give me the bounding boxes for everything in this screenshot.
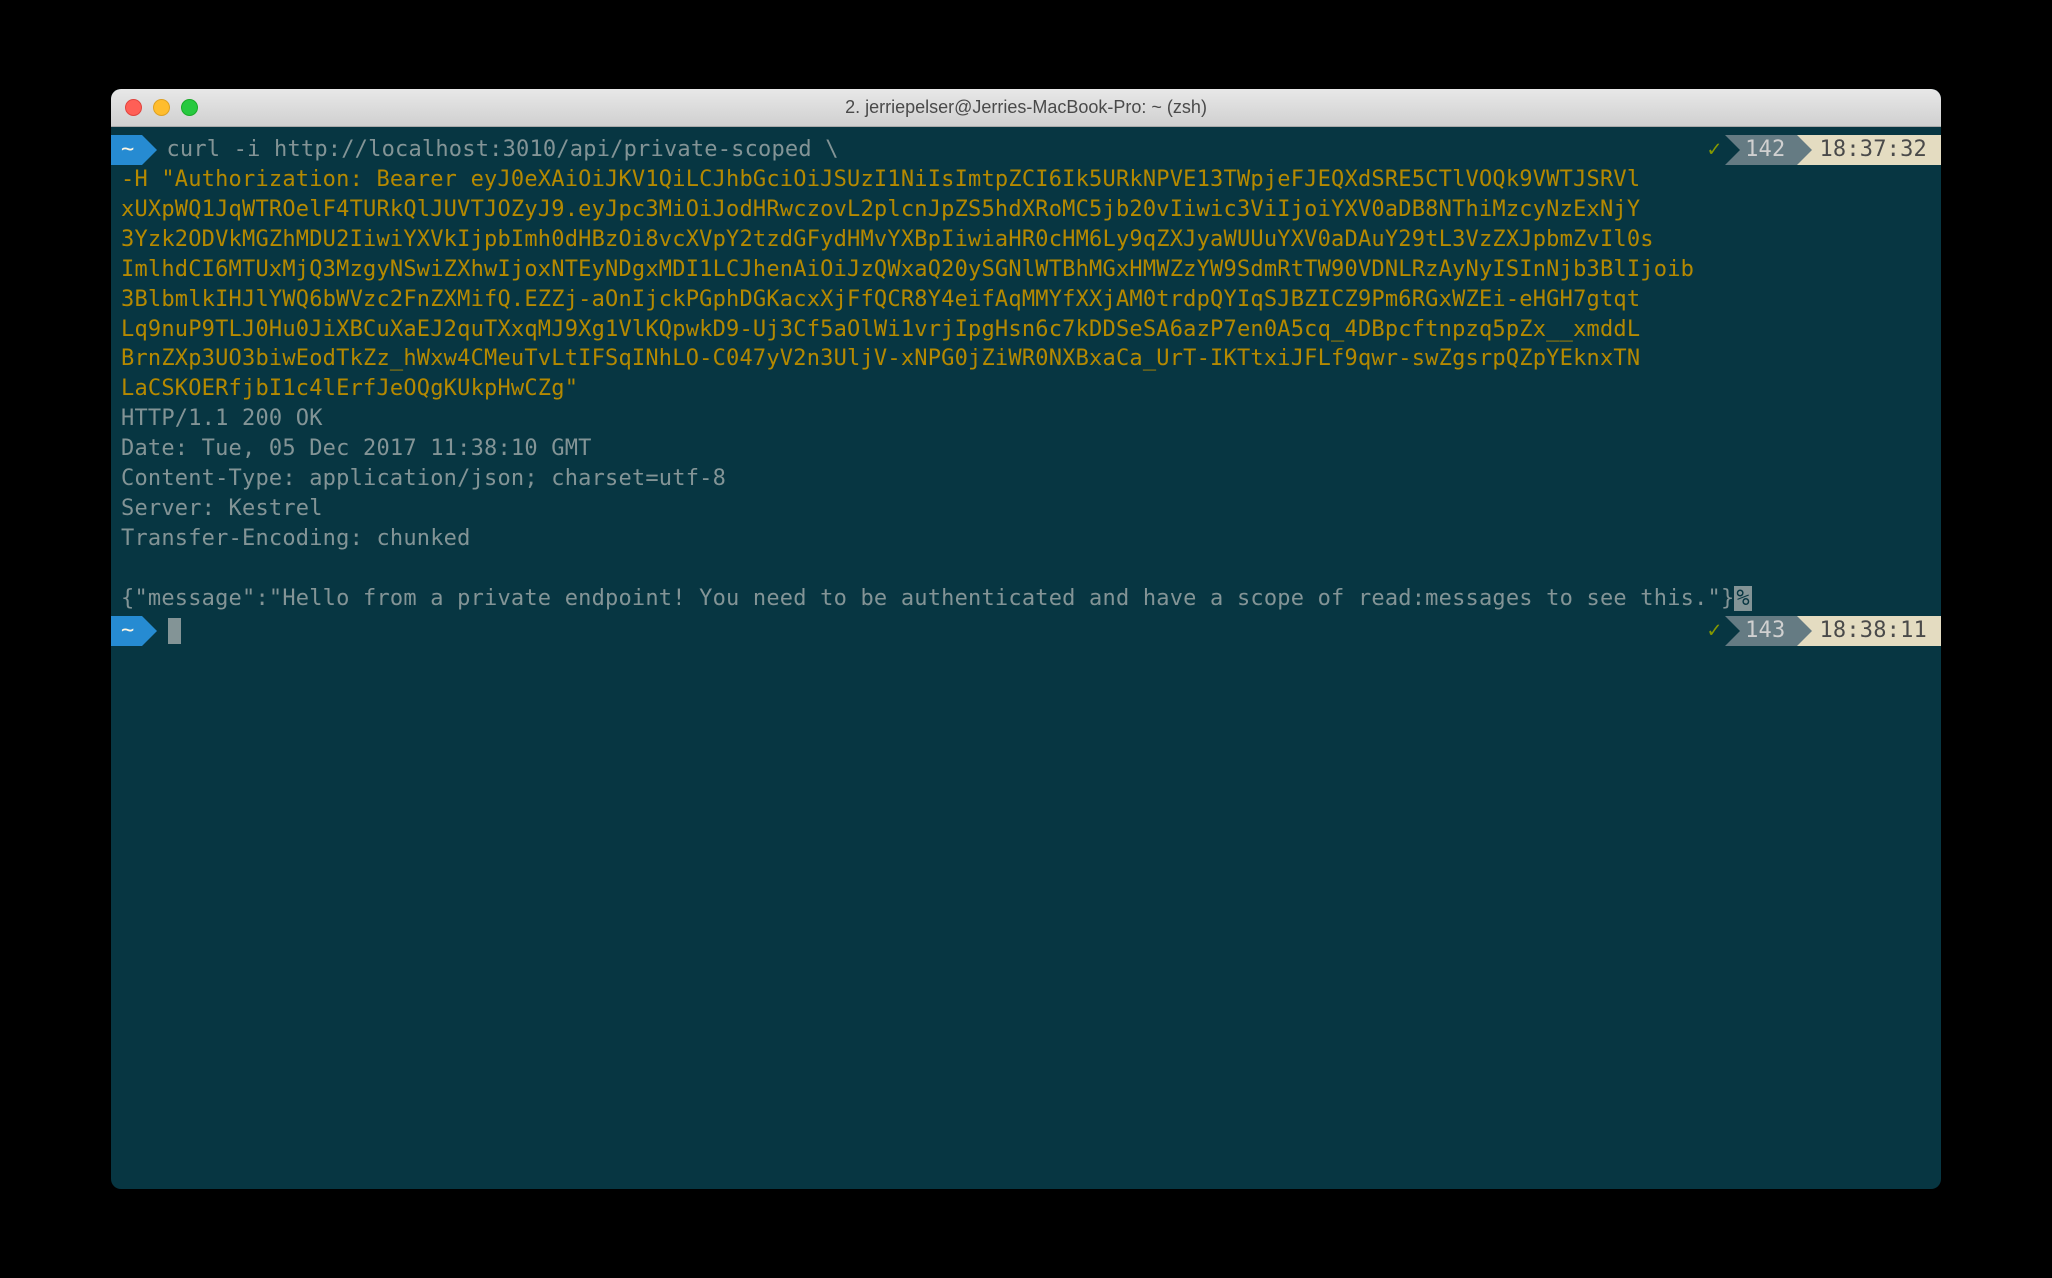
response-date: Date: Tue, 05 Dec 2017 11:38:10 GMT — [111, 434, 1941, 464]
terminal-window: 2. jerriepelser@Jerries-MacBook-Pro: ~ (… — [111, 89, 1941, 1189]
check-icon: ✓ — [1708, 135, 1725, 165]
response-body-text: {"message":"Hello from a private endpoin… — [121, 586, 1734, 611]
prompt-line-1: ~ curl -i http://localhost:3010/api/priv… — [111, 135, 1941, 165]
blank-line — [111, 554, 1941, 584]
response-body: {"message":"Hello from a private endpoin… — [111, 584, 1941, 614]
command-text: curl -i http://localhost:3010/api/privat… — [142, 135, 1707, 165]
history-number: 142 — [1725, 135, 1797, 165]
terminal-body[interactable]: ~ curl -i http://localhost:3010/api/priv… — [111, 127, 1941, 646]
prompt-time: 18:38:11 — [1797, 616, 1941, 646]
cursor-icon — [168, 618, 181, 644]
response-transfer: Transfer-Encoding: chunked — [111, 524, 1941, 554]
minimize-icon[interactable] — [153, 99, 170, 116]
history-number: 143 — [1725, 616, 1797, 646]
response-server: Server: Kestrel — [111, 494, 1941, 524]
check-icon: ✓ — [1708, 616, 1725, 646]
window-title: 2. jerriepelser@Jerries-MacBook-Pro: ~ (… — [125, 97, 1927, 118]
cursor-area[interactable] — [142, 616, 1707, 646]
titlebar[interactable]: 2. jerriepelser@Jerries-MacBook-Pro: ~ (… — [111, 89, 1941, 127]
percent-sign: % — [1734, 586, 1751, 611]
prompt-path: ~ — [111, 616, 142, 646]
response-content-type: Content-Type: application/json; charset=… — [111, 464, 1941, 494]
prompt-time: 18:37:32 — [1797, 135, 1941, 165]
close-icon[interactable] — [125, 99, 142, 116]
prompt-path: ~ — [111, 135, 142, 165]
maximize-icon[interactable] — [181, 99, 198, 116]
auth-header-token: -H "Authorization: Bearer eyJ0eXAiOiJKV1… — [111, 165, 1941, 404]
traffic-lights — [125, 99, 198, 116]
prompt-line-2: ~ ✓ 143 18:38:11 — [111, 616, 1941, 646]
response-status: HTTP/1.1 200 OK — [111, 404, 1941, 434]
